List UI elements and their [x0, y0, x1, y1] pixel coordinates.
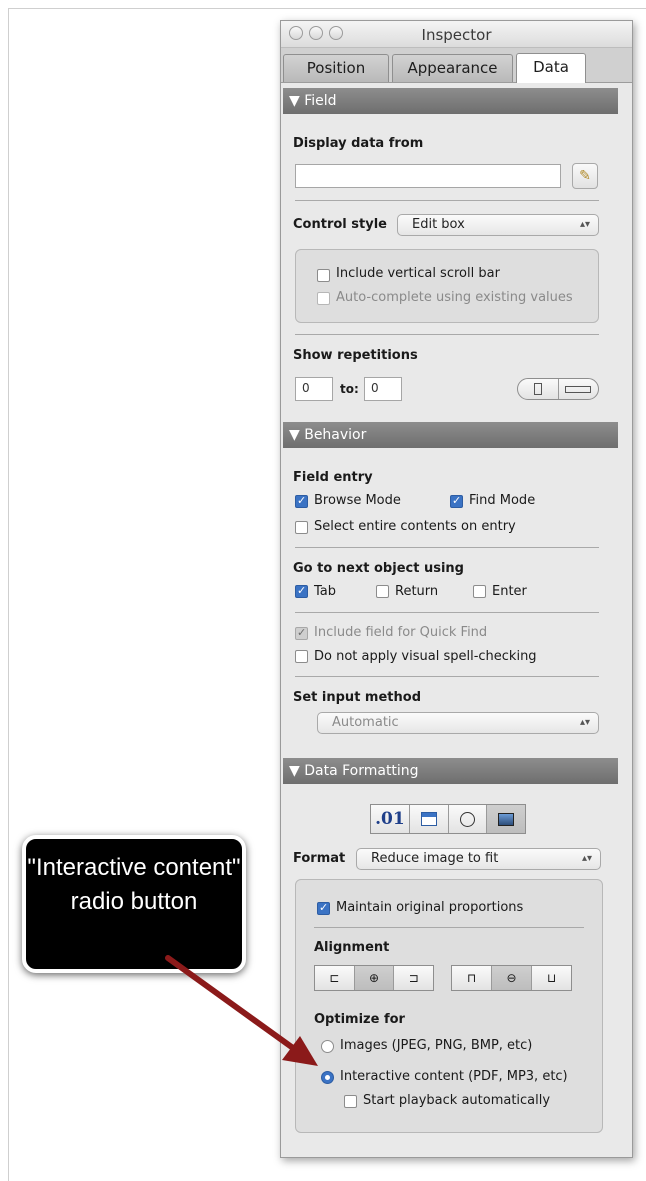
optimize-for-label: Optimize for: [314, 1012, 405, 1027]
quick-find-label: Include field for Quick Find: [314, 625, 488, 640]
select-entire-label: Select entire contents on entry: [314, 519, 516, 534]
spell-check-checkbox[interactable]: [295, 650, 308, 663]
tab-label: Tab: [314, 584, 337, 599]
pencil-icon[interactable]: ✎: [572, 163, 598, 189]
enter-checkbox[interactable]: [473, 585, 486, 598]
horizontal-alignment-control: ⊏ ⊕ ⊐: [314, 965, 434, 991]
quick-find-checkbox[interactable]: [295, 626, 308, 640]
auto-complete-checkbox[interactable]: [317, 292, 330, 305]
vertical-orientation-icon[interactable]: [518, 379, 559, 399]
spell-check-label: Do not apply visual spell-checking: [314, 649, 537, 664]
tab-appearance[interactable]: Appearance: [392, 54, 513, 82]
tab-checkbox[interactable]: [295, 584, 308, 598]
alignment-label: Alignment: [314, 940, 390, 955]
window-title: Inspector: [421, 26, 492, 44]
divider: [295, 547, 599, 548]
behavior-section-header[interactable]: ▼ Behavior: [283, 422, 618, 448]
format-label: Format: [293, 851, 346, 866]
images-radio[interactable]: [321, 1040, 334, 1053]
align-top-icon[interactable]: ⊓: [452, 966, 492, 990]
tab-data[interactable]: Data: [516, 53, 586, 83]
align-center-horizontal-icon[interactable]: ⊕: [354, 966, 395, 990]
control-style-label: Control style: [293, 217, 387, 232]
display-data-from-label: Display data from: [293, 136, 424, 151]
maintain-proportions-label: Maintain original proportions: [336, 900, 524, 915]
field-entry-label: Field entry: [293, 470, 373, 485]
field-section-header[interactable]: ▼ Field: [283, 88, 618, 114]
popup-arrows-icon: ▴▾: [579, 717, 590, 728]
interactive-content-radio-label: Interactive content (PDF, MP3, etc): [340, 1069, 568, 1084]
maintain-proportions-checkbox[interactable]: [317, 901, 330, 915]
return-checkbox[interactable]: [376, 585, 389, 598]
repetitions-to-field[interactable]: 0: [364, 377, 402, 401]
include-scroll-bar-checkbox[interactable]: [317, 269, 330, 282]
images-radio-label: Images (JPEG, PNG, BMP, etc): [340, 1038, 533, 1053]
enter-label: Enter: [492, 584, 527, 599]
align-bottom-icon[interactable]: ⊔: [532, 966, 571, 990]
input-method-popup[interactable]: Automatic ▴▾: [317, 712, 599, 734]
go-next-label: Go to next object using: [293, 561, 464, 576]
tab-position[interactable]: Position: [283, 54, 389, 82]
auto-complete-label: Auto-complete using existing values: [336, 290, 573, 305]
horizontal-orientation-icon[interactable]: [559, 379, 599, 399]
divider: [314, 927, 584, 928]
popup-arrows-icon: ▴▾: [579, 219, 590, 230]
input-method-value: Automatic: [332, 715, 399, 730]
align-right-icon[interactable]: ⊐: [394, 966, 433, 990]
orientation-segmented-control: [517, 378, 599, 400]
align-left-icon[interactable]: ⊏: [315, 966, 355, 990]
number-format-button[interactable]: .01: [371, 805, 410, 833]
popup-arrows-icon: ▴▾: [581, 853, 592, 864]
select-entire-checkbox[interactable]: [295, 521, 308, 534]
format-type-segmented-control: .01: [370, 804, 526, 834]
control-style-popup[interactable]: Edit box ▴▾: [397, 214, 599, 236]
show-repetitions-label: Show repetitions: [293, 348, 418, 363]
time-format-icon[interactable]: [449, 805, 488, 833]
align-middle-icon[interactable]: ⊖: [492, 966, 532, 990]
repetitions-from-field[interactable]: 0: [295, 377, 333, 401]
repetitions-to-label: to:: [340, 382, 359, 396]
start-playback-label: Start playback automatically: [363, 1093, 551, 1108]
interactive-content-radio[interactable]: [321, 1071, 334, 1084]
format-popup[interactable]: Reduce image to fit ▴▾: [356, 848, 601, 870]
find-mode-label: Find Mode: [469, 493, 536, 508]
divider: [295, 676, 599, 677]
data-formatting-section-header[interactable]: ▼ Data Formatting: [283, 758, 618, 784]
graphic-format-icon[interactable]: [487, 805, 525, 833]
display-data-from-field[interactable]: [295, 164, 561, 188]
annotation-callout: "Interactive content" radio button: [22, 835, 246, 973]
divider: [295, 200, 599, 201]
find-mode-checkbox[interactable]: [450, 494, 463, 508]
inspector-window: Inspector Position Appearance Data ▼ Fie…: [280, 20, 633, 1158]
control-style-value: Edit box: [412, 217, 465, 232]
graphic-format-options-box: Maintain original proportions Alignment …: [295, 879, 603, 1133]
set-input-method-label: Set input method: [293, 690, 422, 705]
control-style-options-box: Include vertical scroll bar Auto-complet…: [295, 249, 599, 323]
format-value: Reduce image to fit: [371, 851, 499, 866]
vertical-alignment-control: ⊓ ⊖ ⊔: [451, 965, 572, 991]
divider: [295, 612, 599, 613]
date-format-icon[interactable]: [410, 805, 449, 833]
tab-bar: Position Appearance Data: [281, 48, 632, 83]
include-scroll-bar-label: Include vertical scroll bar: [336, 266, 500, 281]
browse-mode-checkbox[interactable]: [295, 494, 308, 508]
divider: [295, 334, 599, 335]
title-bar: Inspector: [281, 21, 632, 48]
browse-mode-label: Browse Mode: [314, 493, 401, 508]
start-playback-checkbox[interactable]: [344, 1095, 357, 1108]
return-label: Return: [395, 584, 439, 599]
